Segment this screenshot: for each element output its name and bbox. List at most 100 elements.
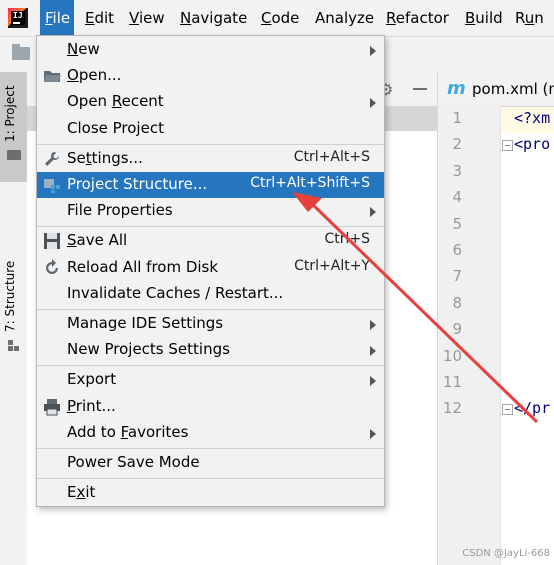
menu-item-label: Settings... bbox=[67, 148, 143, 167]
line-number: 5 bbox=[452, 214, 462, 233]
open-folder-icon bbox=[43, 67, 61, 85]
printer-icon bbox=[43, 398, 61, 416]
code-line[interactable]: <?xm bbox=[514, 109, 550, 127]
structure-tab-label: 7: Structure bbox=[3, 260, 17, 332]
file-menu-item-project-structure[interactable]: Project Structure... Ctrl+Alt+Shift+S bbox=[37, 172, 384, 198]
line-number: 4 bbox=[452, 188, 462, 207]
editor-tab-title: pom.xml (n bbox=[472, 80, 554, 98]
line-number: 11 bbox=[442, 373, 462, 391]
line-number: 6 bbox=[452, 241, 462, 259]
editor: m pom.xml (n 1 2 3 4 5 6 7 8 9 10 11 12 <?xm <pro </p… bbox=[437, 72, 554, 565]
menu-separator bbox=[37, 365, 384, 367]
file-menu-item-new[interactable]: New bbox=[37, 37, 384, 63]
submenu-arrow-icon bbox=[370, 376, 376, 387]
save-icon bbox=[43, 232, 61, 250]
line-number: 3 bbox=[452, 161, 462, 180]
menu-item-label: Exit bbox=[67, 483, 96, 502]
structure-icon bbox=[8, 340, 20, 352]
file-menu-item-save-all[interactable]: Save All Ctrl+S bbox=[37, 228, 384, 254]
file-menu-item-power-save-mode[interactable]: Power Save Mode bbox=[37, 450, 384, 476]
file-menu-item-invalidate-caches-restart[interactable]: Invalidate Caches / Restart... bbox=[37, 281, 384, 307]
fold-icon[interactable] bbox=[502, 404, 513, 416]
menu-item-label: Print... bbox=[67, 396, 116, 415]
menu-item-label: File Properties bbox=[67, 201, 173, 220]
line-number: 9 bbox=[452, 320, 462, 339]
menu-item-label: Export bbox=[67, 370, 117, 389]
line-number: 10 bbox=[442, 346, 462, 365]
menu-build[interactable]: Build bbox=[460, 0, 504, 36]
menu-item-shortcut: Ctrl+Alt+S bbox=[293, 148, 370, 165]
tool-window-tab-structure[interactable]: 7: Structure bbox=[0, 187, 27, 357]
submenu-arrow-icon bbox=[370, 428, 376, 439]
menu-view[interactable]: View bbox=[124, 0, 168, 36]
menu-item-label: Close Project bbox=[67, 118, 164, 137]
file-menu-item-settings[interactable]: Settings... Ctrl+Alt+S bbox=[37, 146, 384, 172]
menu-edit[interactable]: Edit bbox=[80, 0, 118, 36]
file-menu-item-file-properties[interactable]: File Properties bbox=[37, 198, 384, 224]
menu-item-label: Reload All from Disk bbox=[67, 257, 219, 276]
file-menu-item-export[interactable]: Export bbox=[37, 367, 384, 393]
project-structure-icon bbox=[43, 176, 61, 194]
intellij-logo-icon: IJ bbox=[8, 8, 28, 28]
file-menu-dropdown: New Open... Open Recent Close Project Settin… bbox=[36, 35, 385, 507]
line-number: 8 bbox=[452, 293, 462, 312]
menu-separator bbox=[37, 226, 384, 228]
line-number: 7 bbox=[452, 267, 462, 286]
menu-file[interactable]: File bbox=[40, 0, 74, 36]
tool-window-tab-project[interactable]: 1: Project bbox=[0, 72, 27, 182]
menu-item-label: Power Save Mode bbox=[67, 453, 200, 471]
menu-separator bbox=[37, 143, 384, 145]
menu-analyze[interactable]: Analyze bbox=[310, 0, 376, 36]
menu-bar: IJ File Edit View Navigate Code Analyze Refact… bbox=[0, 0, 554, 36]
menu-item-shortcut: Ctrl+Alt+Shift+S bbox=[250, 175, 370, 191]
menu-item-label: Open Recent bbox=[67, 92, 164, 111]
file-menu-item-add-to-favorites[interactable]: Add to Favorites bbox=[37, 420, 384, 446]
file-menu-item-reload-all-from-disk[interactable]: Reload All from Disk Ctrl+Alt+Y bbox=[37, 255, 384, 281]
file-menu-item-close-project[interactable]: Close Project bbox=[37, 116, 384, 142]
editor-tab-pom[interactable]: m pom.xml (n bbox=[438, 72, 554, 107]
file-menu-item-manage-ide-settings[interactable]: Manage IDE Settings bbox=[37, 311, 384, 337]
menu-refactor[interactable]: Refactor bbox=[381, 0, 455, 36]
file-menu-item-exit[interactable]: Exit bbox=[37, 480, 384, 506]
submenu-arrow-icon bbox=[370, 98, 376, 109]
menu-item-shortcut: Ctrl+Alt+Y bbox=[294, 257, 370, 274]
menu-item-label: New Projects Settings bbox=[67, 340, 230, 359]
file-menu-item-new-projects-settings[interactable]: New Projects Settings bbox=[37, 337, 384, 363]
menu-item-label: Add to Favorites bbox=[67, 422, 189, 441]
submenu-arrow-icon bbox=[370, 346, 376, 357]
menu-item-shortcut: Ctrl+S bbox=[324, 231, 370, 248]
menu-navigate[interactable]: Navigate bbox=[175, 0, 251, 36]
minimize-icon[interactable] bbox=[413, 88, 427, 90]
menu-item-label: Invalidate Caches / Restart... bbox=[67, 283, 284, 302]
code-line[interactable]: <pro bbox=[514, 135, 550, 153]
submenu-arrow-icon bbox=[370, 207, 376, 218]
menu-item-label: Manage IDE Settings bbox=[67, 314, 224, 332]
line-number: 2 bbox=[452, 135, 462, 154]
menu-item-label: Save All bbox=[67, 231, 128, 250]
menu-separator bbox=[37, 478, 384, 480]
wrench-icon bbox=[43, 150, 61, 168]
watermark: CSDN @JayLi-668 bbox=[462, 548, 550, 559]
file-menu-item-open-recent[interactable]: Open Recent bbox=[37, 89, 384, 115]
ide-window: IJ File Edit View Navigate Code Analyze Refact… bbox=[0, 0, 554, 565]
file-menu-item-print[interactable]: Print... bbox=[37, 394, 384, 420]
menu-run[interactable]: Run bbox=[510, 0, 550, 36]
reload-icon bbox=[43, 258, 61, 277]
menu-item-label: Project Structure... bbox=[67, 175, 208, 193]
line-number: 12 bbox=[442, 399, 462, 418]
maven-icon: m bbox=[447, 78, 466, 99]
submenu-arrow-icon bbox=[370, 320, 376, 330]
code-line[interactable]: </pr bbox=[514, 399, 550, 417]
project-tab-label: 1: Project bbox=[3, 85, 17, 142]
menu-separator bbox=[37, 448, 384, 449]
menu-item-label: Open... bbox=[67, 66, 122, 85]
submenu-arrow-icon bbox=[370, 46, 376, 56]
menu-code[interactable]: Code bbox=[256, 0, 305, 36]
line-number: 1 bbox=[452, 109, 462, 127]
folder-icon bbox=[7, 150, 21, 160]
menu-separator bbox=[37, 309, 384, 310]
left-tool-strip: 1: Project 7: Structure bbox=[0, 72, 28, 565]
file-menu-item-open[interactable]: Open... bbox=[37, 63, 384, 89]
fold-icon[interactable] bbox=[502, 140, 513, 152]
project-folder-icon[interactable] bbox=[12, 44, 30, 60]
